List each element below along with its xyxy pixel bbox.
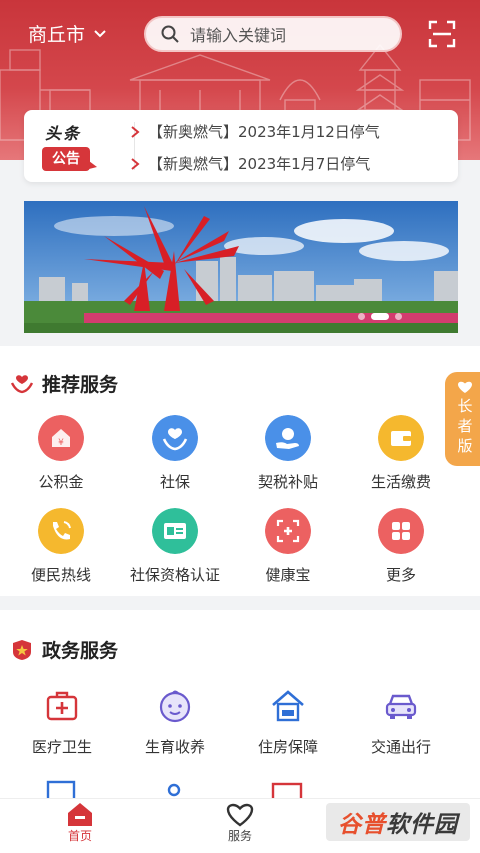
tax-subsidy-icon (265, 415, 311, 461)
service-label: 公积金 (38, 473, 84, 491)
housing-fund-icon: ¥ (38, 415, 84, 461)
id-card-icon (152, 508, 198, 554)
section-header: 政务服务 (10, 636, 118, 663)
service-health-code[interactable]: 健康宝 (228, 508, 348, 585)
social-security-icon (152, 415, 198, 461)
search-placeholder: 请输入关键词 (190, 26, 287, 45)
wallet-icon (378, 415, 424, 461)
app-root: 商丘市 请输入关键词 头条 公告 【新奥燃气】2023年1月12日停气 【新奥燃… (0, 0, 480, 853)
gov-service-birth-adoption[interactable]: 生育收养 (115, 686, 235, 757)
medical-kit-icon (46, 691, 78, 721)
section-title: 政务服务 (42, 640, 119, 662)
headline-badge-top: 头条 (45, 124, 82, 143)
search-icon (161, 25, 179, 43)
heart-icon (226, 803, 254, 827)
service-more[interactable]: 更多 (341, 508, 461, 585)
tab-label: 服务 (227, 829, 252, 843)
recommended-services-section: 推荐服务 ¥ 公积金 社保 契税补贴 生活缴费 便民热线 社保资格认证 健康宝 … (0, 346, 480, 596)
baby-face-icon (159, 690, 191, 723)
notice-item[interactable]: 【新奥燃气】2023年1月12日停气 (130, 121, 380, 142)
site-watermark: 谷普 软件园 (326, 803, 470, 841)
hands-heart-icon (10, 374, 34, 393)
service-label: 住房保障 (257, 738, 318, 756)
notice-item[interactable]: 【新奥燃气】2023年1月7日停气 (130, 153, 370, 174)
section-header: 推荐服务 (10, 370, 118, 397)
service-hotline[interactable]: 便民热线 (1, 508, 121, 585)
government-services-section: 政务服务 医疗卫生 生育收养 住房保障 交通出行 (0, 610, 480, 800)
carousel-dot[interactable] (358, 313, 365, 320)
star-badge-icon (13, 639, 31, 660)
section-title: 推荐服务 (42, 374, 119, 396)
service-label: 便民热线 (30, 566, 91, 584)
heart-icon (458, 381, 472, 393)
headline-badge: 头条 公告 (42, 120, 112, 174)
service-label: 社保资格认证 (129, 566, 220, 584)
service-tax-subsidy[interactable]: 契税补贴 (228, 415, 348, 492)
carousel-indicator (358, 313, 402, 320)
chevron-down-icon (94, 29, 106, 37)
notice-text: 【新奥燃气】2023年1月12日停气 (148, 123, 380, 141)
service-utility-payment[interactable]: 生活缴费 (341, 415, 461, 492)
service-housing-fund[interactable]: ¥ 公积金 (1, 415, 121, 492)
elder-mode-label: 长者版 (457, 397, 473, 455)
gov-service-housing[interactable]: 住房保障 (228, 686, 348, 757)
scan-icon[interactable] (428, 20, 456, 48)
house-icon (272, 690, 304, 722)
gov-service-medical[interactable]: 医疗卫生 (2, 686, 122, 757)
hotline-icon (38, 508, 84, 554)
service-label: 健康宝 (265, 566, 311, 584)
watermark-part1: 谷普 (338, 812, 386, 838)
service-label: 交通出行 (370, 738, 431, 756)
partial-service-icon (167, 783, 181, 797)
city-selector[interactable]: 商丘市 (28, 20, 107, 47)
watermark-part2: 软件园 (386, 812, 458, 838)
service-social-security[interactable]: 社保 (115, 415, 235, 492)
service-label: 医疗卫生 (31, 738, 92, 756)
city-name: 商丘市 (28, 24, 86, 46)
tab-services[interactable]: 服务 (200, 799, 280, 844)
carousel-dot-active[interactable] (371, 313, 389, 320)
partial-service-icon (46, 780, 76, 800)
home-icon (68, 803, 92, 826)
search-input[interactable]: 请输入关键词 (144, 16, 402, 52)
service-qualification-cert[interactable]: 社保资格认证 (115, 508, 235, 585)
car-icon (385, 694, 417, 719)
more-grid-icon (378, 508, 424, 554)
gov-service-transport[interactable]: 交通出行 (341, 686, 461, 757)
health-code-icon (265, 508, 311, 554)
headline-badge-bottom: 公告 (42, 147, 97, 171)
elder-mode-tab[interactable]: 长者版 (445, 372, 480, 466)
svg-text:¥: ¥ (58, 438, 64, 448)
service-label: 契税补贴 (257, 473, 318, 491)
tab-label: 首页 (67, 829, 92, 843)
service-label: 更多 (385, 566, 416, 584)
service-label: 生活缴费 (370, 473, 431, 491)
partial-service-icon (271, 782, 303, 800)
chevron-right-icon (131, 125, 140, 138)
carousel-dot[interactable] (395, 313, 402, 320)
tab-home[interactable]: 首页 (40, 799, 120, 844)
chevron-right-icon (131, 157, 140, 170)
service-label: 社保 (159, 473, 190, 491)
notice-text: 【新奥燃气】2023年1月7日停气 (148, 155, 371, 173)
service-label: 生育收养 (144, 738, 205, 756)
